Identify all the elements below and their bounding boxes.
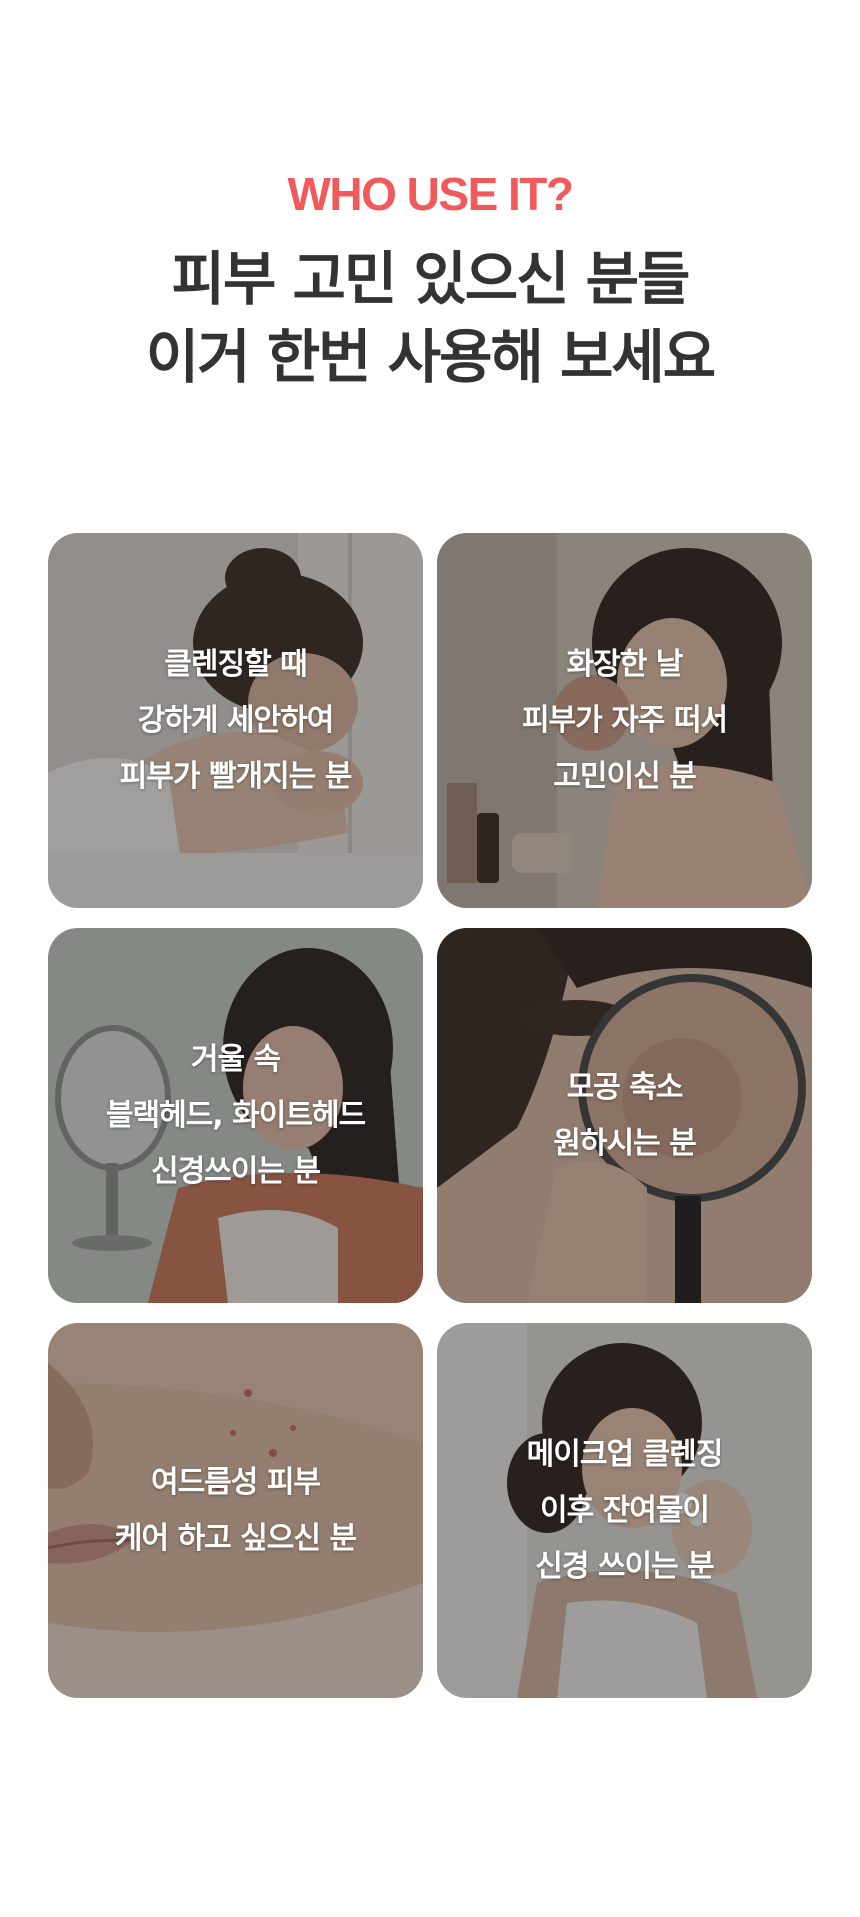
- card-caption: 메이크업 클렌징 이후 잔여물이 신경 쓰이는 분: [437, 1427, 812, 1595]
- target-card-blackheads: 거울 속 블랙헤드, 화이트헤드 신경쓰이는 분: [48, 928, 423, 1303]
- card-caption: 클렌징할 때 강하게 세안하여 피부가 빨개지는 분: [48, 637, 423, 805]
- target-card-acne: 여드름성 피부 케어 하고 싶으신 분: [48, 1323, 423, 1698]
- caption-line: 모공 축소: [566, 1069, 684, 1105]
- eyebrow-title: WHO USE IT?: [287, 168, 574, 220]
- caption-line: 이후 잔여물이: [539, 1492, 710, 1528]
- caption-line: 원하시는 분: [553, 1125, 696, 1161]
- target-card-residue: 메이크업 클렌징 이후 잔여물이 신경 쓰이는 분: [437, 1323, 812, 1698]
- target-card-makeup-lifting: 화장한 날 피부가 자주 떠서 고민이신 분: [437, 533, 812, 908]
- target-card-pores: 모공 축소 원하시는 분: [437, 928, 812, 1303]
- caption-line: 메이크업 클렌징: [526, 1436, 724, 1472]
- caption-line: 블랙헤드, 화이트헤드: [105, 1097, 366, 1133]
- caption-line: 피부가 빨개지는 분: [119, 758, 353, 794]
- card-caption: 거울 속 블랙헤드, 화이트헤드 신경쓰이는 분: [48, 1032, 423, 1200]
- page-headline: 피부 고민 있으신 분들 이거 한번 사용해 보세요: [0, 240, 860, 396]
- card-caption: 여드름성 피부 케어 하고 싶으신 분: [48, 1455, 423, 1567]
- headline-line-2: 이거 한번 사용해 보세요: [145, 323, 716, 391]
- caption-line: 신경 쓰이는 분: [535, 1548, 715, 1584]
- caption-line: 여드름성 피부: [150, 1464, 321, 1500]
- card-caption: 화장한 날 피부가 자주 떠서 고민이신 분: [437, 637, 812, 805]
- headline-line-1: 피부 고민 있으신 분들: [171, 245, 691, 313]
- caption-line: 피부가 자주 떠서: [521, 702, 728, 738]
- target-card-cleansing: 클렌징할 때 강하게 세안하여 피부가 빨개지는 분: [48, 533, 423, 908]
- caption-line: 거울 속: [190, 1041, 281, 1077]
- caption-line: 강하게 세안하여: [137, 702, 335, 738]
- caption-line: 고민이신 분: [553, 758, 696, 794]
- caption-line: 케어 하고 싶으신 분: [114, 1520, 357, 1556]
- caption-line: 신경쓰이는 분: [150, 1153, 321, 1189]
- caption-line: 클렌징할 때: [164, 646, 307, 682]
- caption-line: 화장한 날: [566, 646, 684, 682]
- card-caption: 모공 축소 원하시는 분: [437, 1060, 812, 1172]
